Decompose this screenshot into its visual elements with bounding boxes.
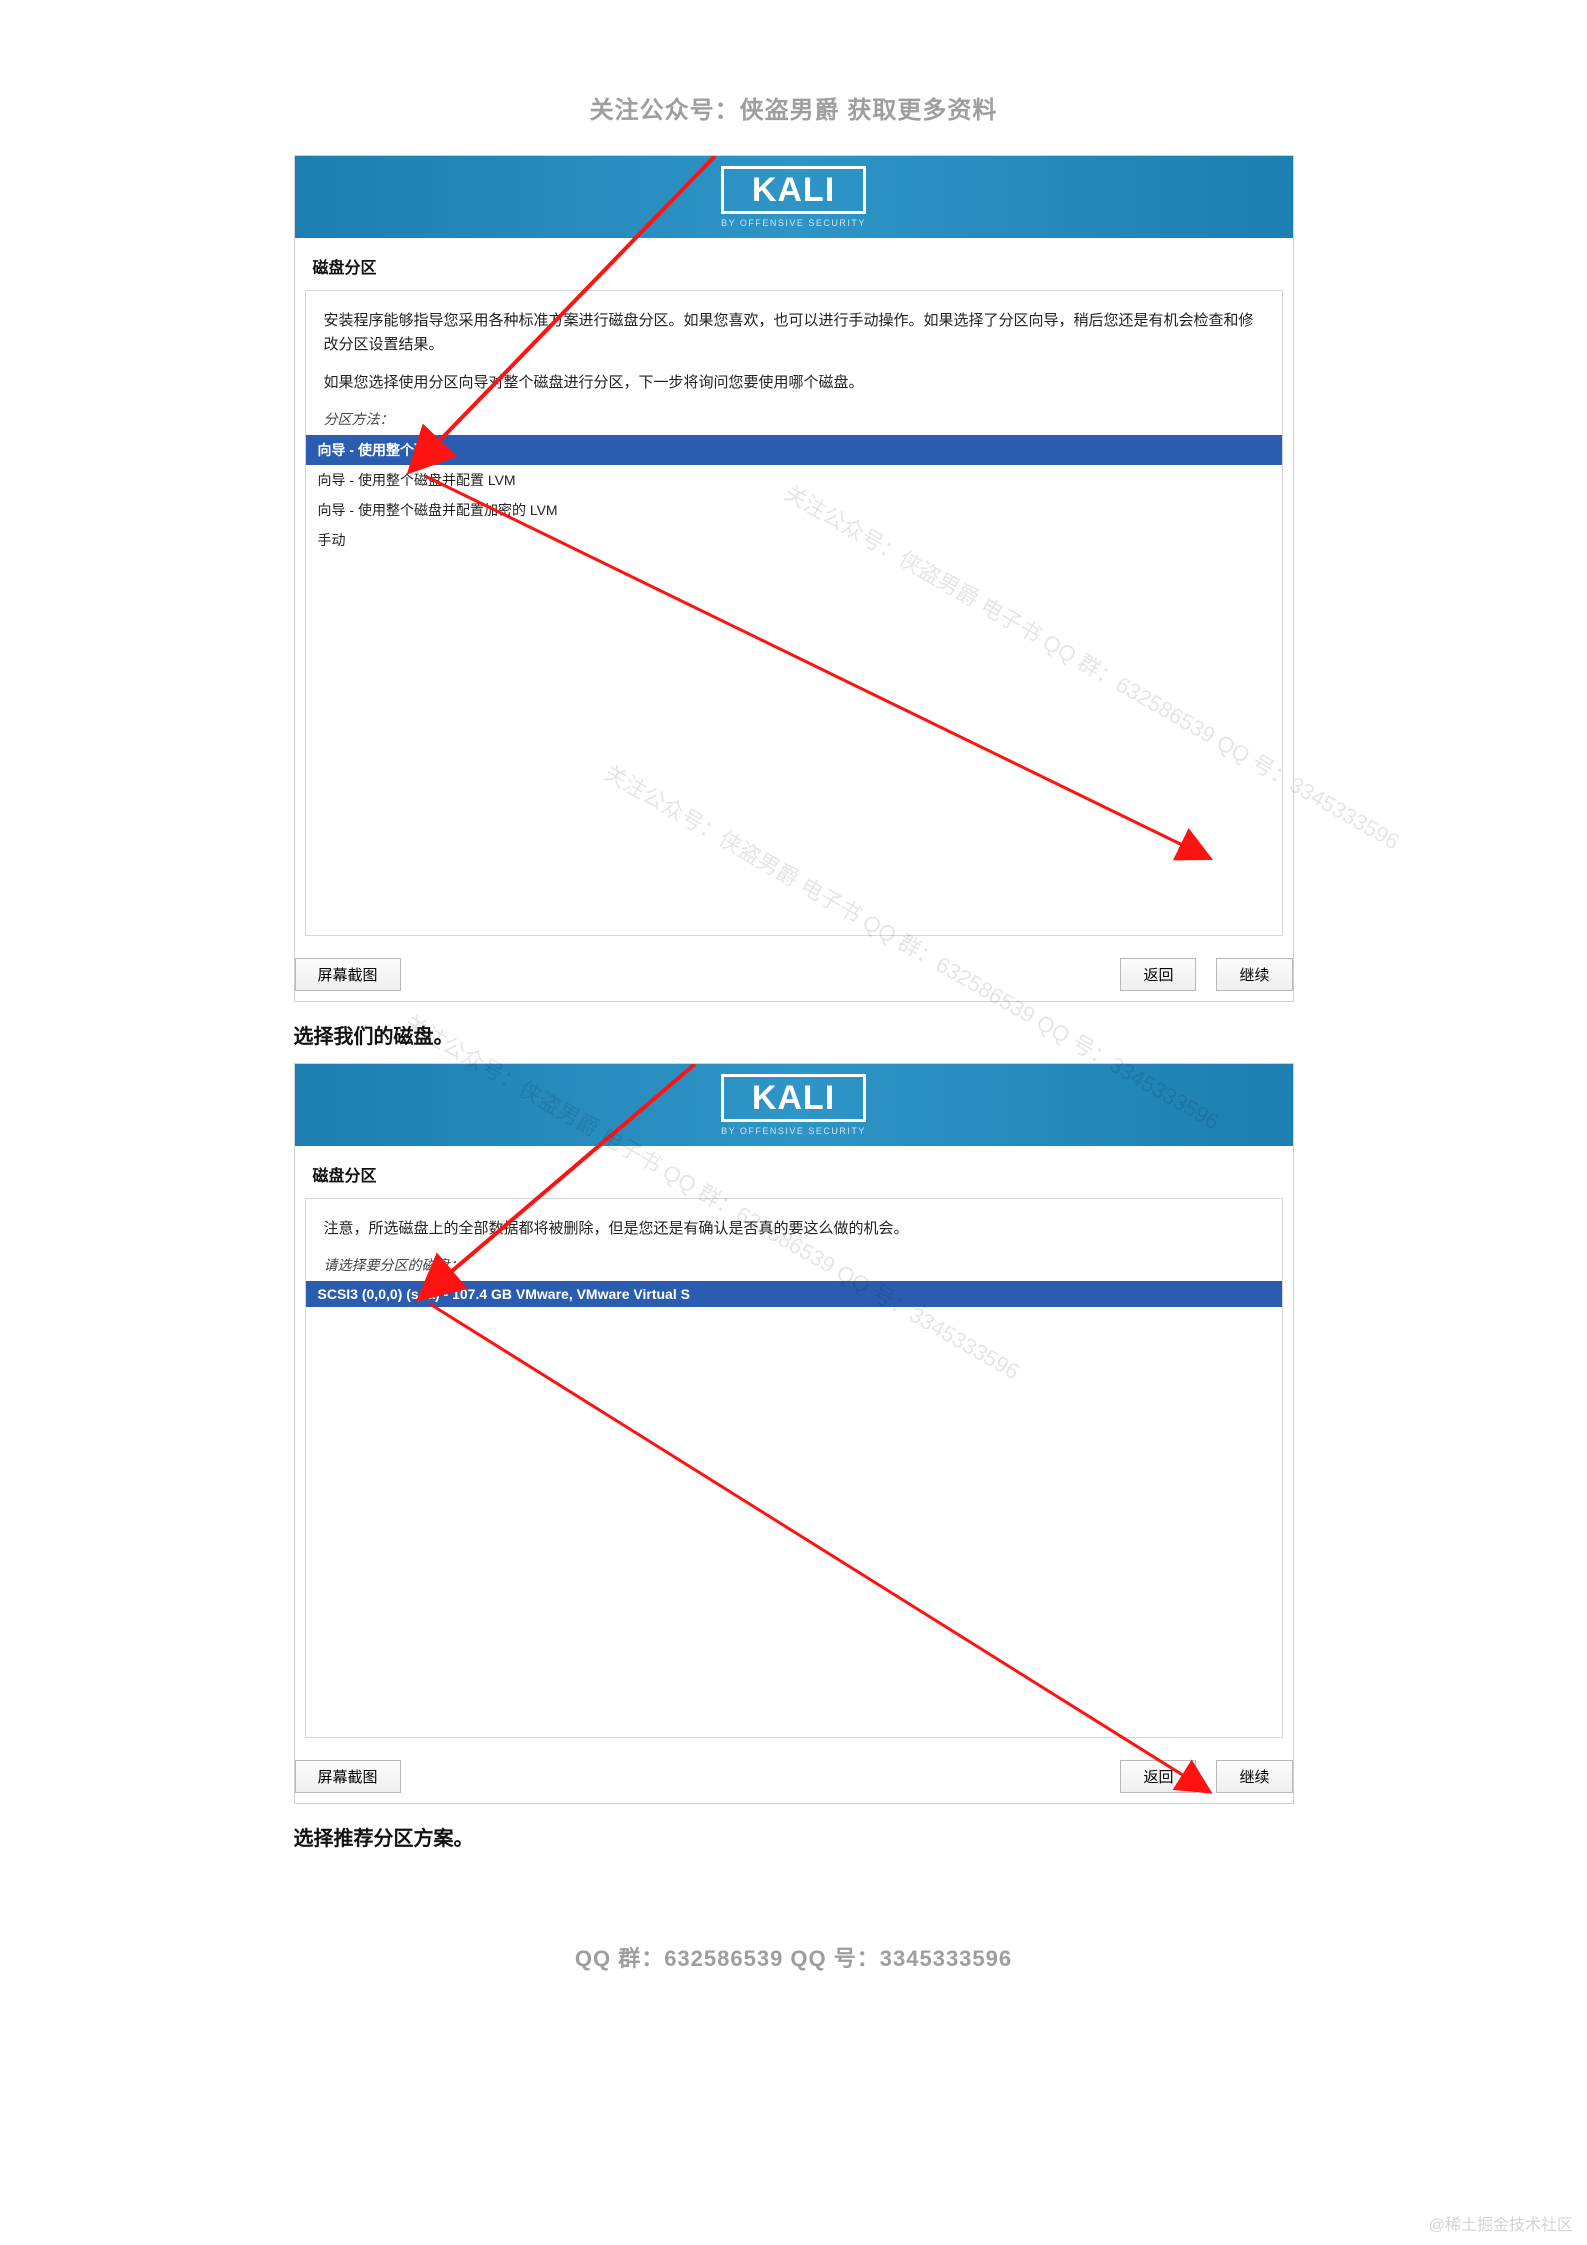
list-option[interactable]: 手动 [306,525,1282,555]
screenshot-button[interactable]: 屏幕截图 [295,1760,401,1793]
method-label-1: 分区方法： [306,403,1282,435]
section-title-1: 磁盘分区 [295,238,1293,290]
list-option[interactable]: SCSI3 (0,0,0) (sda) - 107.4 GB VMware, V… [306,1281,1282,1307]
page-footer: QQ 群：632586539 QQ 号：3345333596 [0,1941,1587,1973]
list-option[interactable]: 向导 - 使用整个磁盘并配置加密的 LVM [306,495,1282,525]
intro-text-1: 安装程序能够指导您采用各种标准方案进行磁盘分区。如果您喜欢，也可以进行手动操作。… [324,309,1264,357]
intro-text-2: 如果您选择使用分区向导对整个磁盘进行分区，下一步将询问您要使用哪个磁盘。 [324,371,1264,395]
kali-logo: KALI [721,1074,866,1122]
corner-watermark: @稀土掘金技术社区 [1429,2211,1573,2235]
banner: KALI BY OFFENSIVE SECURITY [295,156,1293,238]
banner: KALI BY OFFENSIVE SECURITY [295,1064,1293,1146]
installer-panel-2: KALI BY OFFENSIVE SECURITY 磁盘分区 注意，所选磁盘上… [294,1063,1294,1804]
kali-logo: KALI [721,166,866,214]
continue-button[interactable]: 继续 [1216,958,1292,991]
screenshot-button[interactable]: 屏幕截图 [295,958,401,991]
caption-1: 选择我们的磁盘。 [294,1020,1294,1049]
kali-subtitle: BY OFFENSIVE SECURITY [721,218,866,228]
warning-text: 注意，所选磁盘上的全部数据都将被删除，但是您还是有确认是否真的要这么做的机会。 [324,1217,1264,1241]
kali-subtitle: BY OFFENSIVE SECURITY [721,1126,866,1136]
back-button[interactable]: 返回 [1120,1760,1196,1793]
list-option[interactable]: 向导 - 使用整个磁盘并配置 LVM [306,465,1282,495]
caption-2: 选择推荐分区方案。 [294,1822,1294,1851]
continue-button[interactable]: 继续 [1216,1760,1292,1793]
section-title-2: 磁盘分区 [295,1146,1293,1198]
installer-panel-1: KALI BY OFFENSIVE SECURITY 磁盘分区 安装程序能够指导… [294,155,1294,1002]
list-option[interactable]: 向导 - 使用整个磁盘 [306,435,1282,465]
page-header: 关注公众号：侠盗男爵 获取更多资料 [0,0,1587,155]
back-button[interactable]: 返回 [1120,958,1196,991]
method-label-2: 请选择要分区的磁盘： [306,1249,1282,1281]
kali-text: KALI [736,173,851,207]
partition-method-list[interactable]: 向导 - 使用整个磁盘向导 - 使用整个磁盘并配置 LVM向导 - 使用整个磁盘… [306,435,1282,555]
kali-text: KALI [736,1081,851,1115]
disk-select-list[interactable]: SCSI3 (0,0,0) (sda) - 107.4 GB VMware, V… [306,1281,1282,1307]
